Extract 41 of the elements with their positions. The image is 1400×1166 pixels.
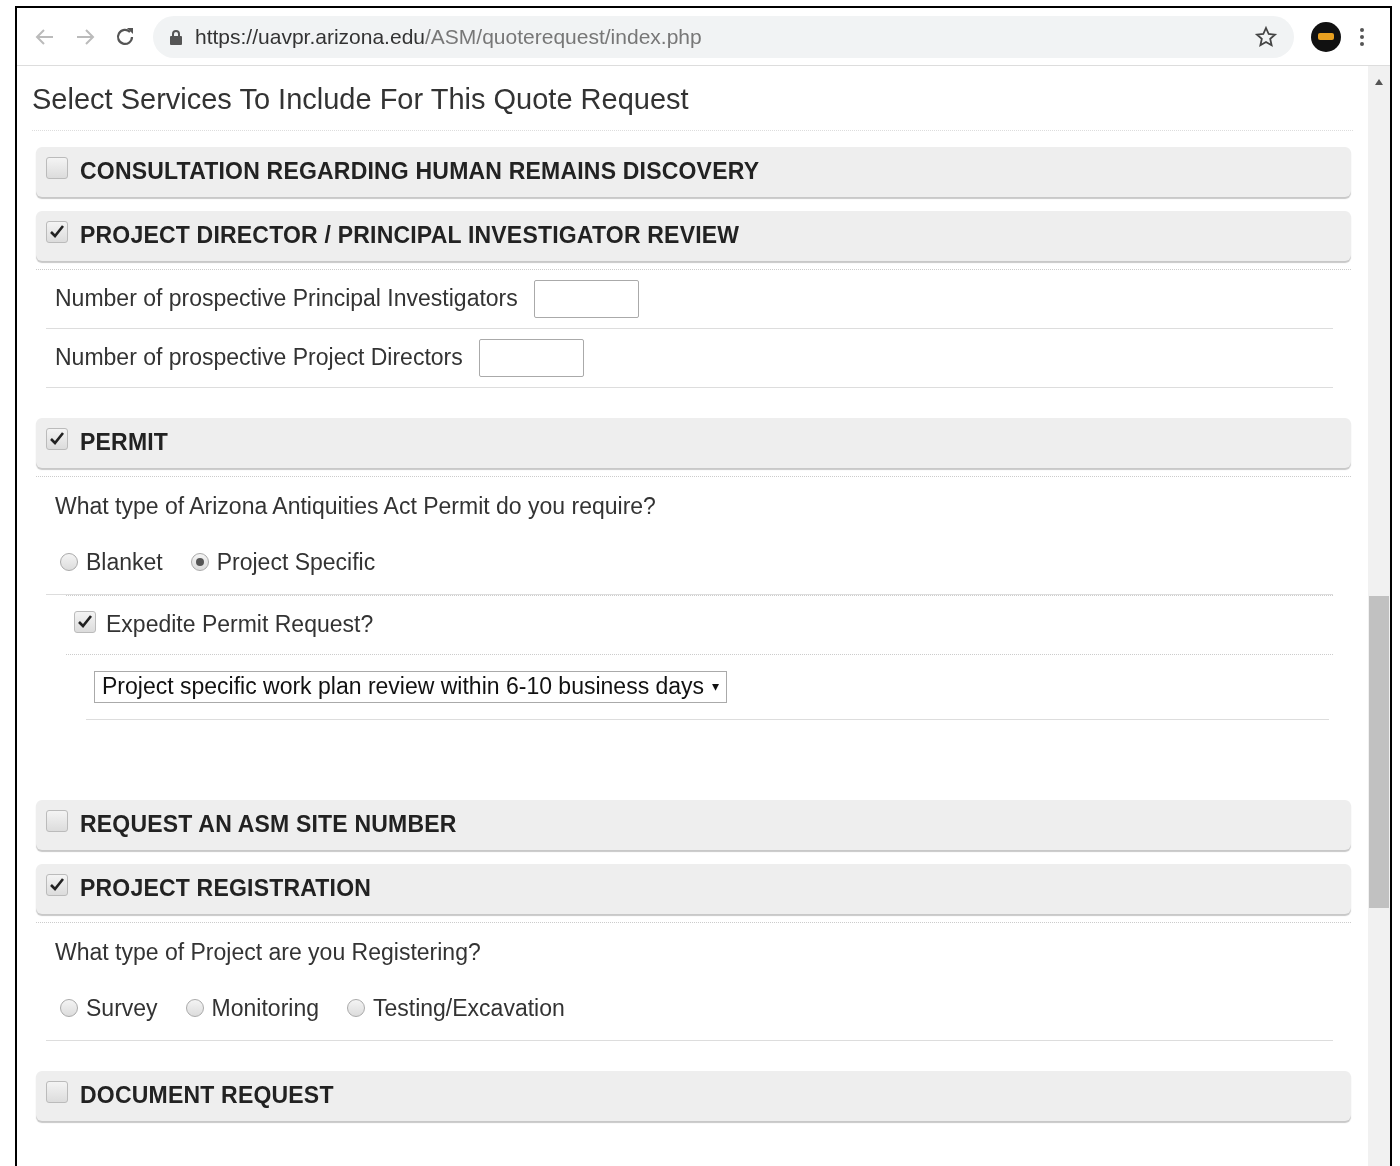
section-title: PERMIT bbox=[80, 428, 169, 458]
number-input[interactable] bbox=[478, 338, 584, 377]
page-heading: Select Services To Include For This Quote Request bbox=[32, 82, 690, 117]
question-text: What type of Project are you Registering? bbox=[55, 938, 481, 968]
section-title: PROJECT REGISTRATION bbox=[80, 874, 372, 904]
checkbox[interactable] bbox=[46, 809, 68, 832]
dropdown-select[interactable]: Project specific work plan review within 6-10 business days ▾ bbox=[94, 670, 728, 703]
section-header[interactable]: CONSULTATION REGARDING HUMAN REMAINS DISCOVERY bbox=[36, 146, 1351, 197]
radio-option[interactable]: Testing/Excavation bbox=[347, 990, 565, 1026]
checkbox[interactable] bbox=[46, 156, 68, 179]
checkbox[interactable] bbox=[46, 873, 68, 896]
number-input[interactable] bbox=[533, 279, 639, 318]
radio-option[interactable]: Project Specific bbox=[190, 544, 376, 580]
scroll-up-icon[interactable] bbox=[1374, 78, 1384, 86]
radio-option[interactable]: Survey bbox=[60, 990, 158, 1026]
question-text: What type of Arizona Antiquities Act Permit do you require? bbox=[55, 492, 656, 522]
section-title: REQUEST AN ASM SITE NUMBER bbox=[80, 810, 457, 840]
checkbox[interactable] bbox=[46, 1080, 68, 1103]
lock-icon bbox=[169, 28, 183, 45]
section-title: CONSULTATION REGARDING HUMAN REMAINS DISCOVERY bbox=[80, 157, 760, 187]
radio-option[interactable]: Monitoring bbox=[185, 990, 319, 1026]
scrollbar[interactable] bbox=[1368, 66, 1390, 1166]
scrollbar-thumb[interactable] bbox=[1369, 596, 1389, 908]
profile-avatar-icon[interactable] bbox=[1310, 20, 1342, 53]
section-header[interactable]: PROJECT REGISTRATION bbox=[36, 863, 1351, 914]
url-text: https://uavpr.arizona.edu/ASM/quoterequest/index.php bbox=[195, 23, 702, 50]
field-label: Number of prospective Principal Investigators bbox=[55, 284, 518, 314]
star-icon[interactable] bbox=[1254, 24, 1278, 49]
section-title: PROJECT DIRECTOR / PRINCIPAL INVESTIGATOR REVIEW bbox=[80, 221, 740, 251]
checkbox-label: Expedite Permit Request? bbox=[106, 610, 374, 640]
radio-option[interactable]: Blanket bbox=[60, 544, 163, 580]
checkbox[interactable] bbox=[46, 220, 68, 243]
section-header[interactable]: PERMIT bbox=[36, 417, 1351, 468]
address-bar[interactable]: https://uavpr.arizona.edu/ASM/quoterequest/index.php bbox=[153, 15, 1294, 58]
checkbox[interactable] bbox=[74, 610, 96, 633]
checkbox[interactable] bbox=[46, 427, 68, 450]
section-header[interactable]: REQUEST AN ASM SITE NUMBER bbox=[36, 799, 1351, 850]
section-header[interactable]: DOCUMENT REQUEST bbox=[36, 1070, 1351, 1121]
section-title: DOCUMENT REQUEST bbox=[80, 1081, 334, 1111]
field-label: Number of prospective Project Directors bbox=[55, 343, 463, 373]
section-header[interactable]: PROJECT DIRECTOR / PRINCIPAL INVESTIGATOR REVIEW bbox=[36, 210, 1351, 261]
